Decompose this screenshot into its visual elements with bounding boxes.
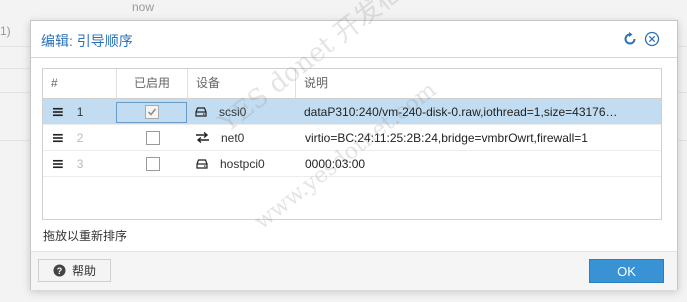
background-divider [0, 46, 30, 47]
boot-order-dialog: 编辑: 引导顺序 # 已启用 设备 说明 1 scsi0 dataP310:24… [30, 20, 678, 290]
drag-handle-icon [53, 159, 63, 168]
device-cell: hostpci0 [188, 151, 296, 176]
column-header-enabled[interactable]: 已启用 [117, 69, 188, 98]
device-description: 0000:03:00 [305, 156, 366, 171]
column-header-device[interactable]: 设备 [188, 69, 296, 98]
table-row[interactable]: 1 scsi0 dataP310:240/vm-240-disk-0.raw,i… [43, 99, 661, 125]
ok-button[interactable]: OK [589, 259, 664, 283]
column-header-number[interactable]: # [43, 69, 117, 98]
enabled-checkbox[interactable] [145, 130, 160, 145]
drag-handle[interactable]: 3 [43, 151, 93, 176]
disk-icon [195, 106, 207, 117]
background-now-text: now [132, 0, 155, 14]
help-icon: ? [53, 264, 66, 277]
device-name: net0 [221, 130, 245, 145]
boot-order-number: 2 [76, 130, 84, 145]
reorder-hint: 拖放以重新排序 [43, 229, 128, 243]
dialog-footer: ? 帮助 OK [31, 251, 677, 290]
help-button-label: 帮助 [71, 264, 96, 278]
enabled-checkbox[interactable] [144, 105, 159, 119]
background-divider [0, 140, 30, 141]
help-button[interactable]: ? 帮助 [38, 259, 111, 282]
background-row-text: 1) [0, 24, 11, 38]
device-cell: scsi0 [187, 99, 295, 124]
dialog-title: 编辑: 引导顺序 [41, 33, 133, 49]
grid-header: # 已启用 设备 说明 [43, 69, 661, 99]
boot-order-number: 3 [76, 156, 84, 171]
disk-icon [196, 158, 208, 169]
device-description: virtio=BC:24:11:25:2B:24,bridge=vmbrOwrt… [305, 130, 588, 145]
reset-icon[interactable] [621, 30, 639, 48]
table-row[interactable]: 2 net0 virtio=BC:24:11:25:2B:24,bridge=v… [43, 125, 661, 151]
device-name: hostpci0 [220, 156, 265, 171]
background-divider [0, 68, 30, 69]
boot-order-number: 1 [76, 104, 84, 119]
drag-handle[interactable]: 1 [43, 99, 93, 124]
drag-handle[interactable]: 2 [43, 125, 93, 150]
enabled-cell [116, 101, 187, 123]
enabled-checkbox[interactable] [145, 156, 160, 171]
enabled-cell [117, 151, 188, 176]
boot-order-grid: # 已启用 设备 说明 1 scsi0 dataP310:240/vm-240-… [42, 68, 662, 220]
drag-handle-icon [53, 107, 63, 116]
column-header-description[interactable]: 说明 [296, 69, 661, 98]
device-cell: net0 [188, 125, 296, 150]
svg-text:?: ? [57, 266, 63, 276]
device-description: dataP310:240/vm-240-disk-0.raw,iothread=… [304, 104, 618, 119]
close-icon[interactable] [643, 30, 661, 48]
check-icon [147, 108, 156, 116]
enabled-cell [117, 125, 188, 150]
table-row[interactable]: 3 hostpci0 0000:03:00 [43, 151, 661, 177]
ok-button-label: OK [617, 263, 636, 279]
drag-handle-icon [53, 133, 63, 142]
dialog-titlebar[interactable]: 编辑: 引导顺序 [31, 21, 677, 58]
device-name: scsi0 [219, 104, 247, 119]
network-icon [196, 132, 209, 143]
background-divider [0, 92, 30, 93]
